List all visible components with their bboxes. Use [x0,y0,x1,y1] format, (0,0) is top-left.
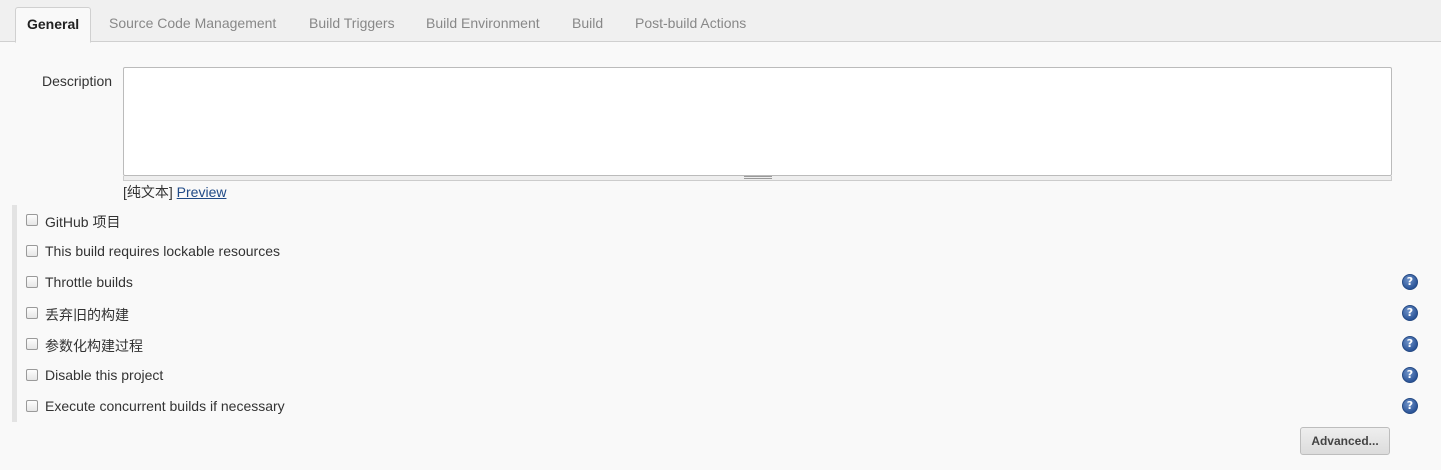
option-concurrent-builds: Execute concurrent builds if necessary [26,397,1426,417]
preview-link[interactable]: Preview [177,184,227,200]
option-label[interactable]: 参数化构建过程 [45,336,143,356]
tab-build-triggers[interactable]: Build Triggers [298,7,406,42]
tab-general[interactable]: General [15,7,92,43]
option-disable-project: Disable this project [26,366,1426,386]
advanced-button[interactable]: Advanced... [1300,427,1390,455]
option-github-project: GitHub 项目 [26,211,1426,231]
checkbox[interactable] [26,400,38,412]
options-section-bar [12,205,17,422]
option-throttle-builds: Throttle builds [26,273,1426,293]
tab-build-environment[interactable]: Build Environment [415,7,551,42]
checkbox[interactable] [26,214,38,226]
help-icon[interactable]: ? [1402,367,1418,383]
tab-source-code-management[interactable]: Source Code Management [98,7,287,42]
checkbox[interactable] [26,307,38,319]
option-label[interactable]: 丢弃旧的构建 [45,305,129,325]
checkbox[interactable] [26,276,38,288]
checkbox[interactable] [26,245,38,257]
option-parameterized-build: 参数化构建过程 [26,335,1426,355]
option-label[interactable]: Execute concurrent builds if necessary [45,398,285,414]
help-icon[interactable]: ? [1402,305,1418,321]
format-label: [纯文本] [123,184,173,200]
description-format-hint: [纯文本] Preview [123,182,226,202]
checkbox[interactable] [26,338,38,350]
config-tabbar: General Source Code Management Build Tri… [0,0,1441,43]
tab-build[interactable]: Build [561,7,614,42]
option-label[interactable]: Throttle builds [45,274,133,290]
description-label: Description [42,73,113,89]
help-icon[interactable]: ? [1402,398,1418,414]
tab-post-build-actions[interactable]: Post-build Actions [624,7,757,42]
description-resize-grip[interactable] [123,176,1392,181]
checkbox[interactable] [26,369,38,381]
description-textarea[interactable] [123,67,1392,176]
help-icon[interactable]: ? [1402,274,1418,290]
option-label[interactable]: Disable this project [45,367,163,383]
option-label[interactable]: This build requires lockable resources [45,243,280,259]
grip-icon [744,176,772,179]
help-icon[interactable]: ? [1402,336,1418,352]
option-label[interactable]: GitHub 项目 [45,212,120,232]
option-lockable-resources: This build requires lockable resources [26,242,1426,262]
option-discard-old-builds: 丢弃旧的构建 [26,304,1426,324]
